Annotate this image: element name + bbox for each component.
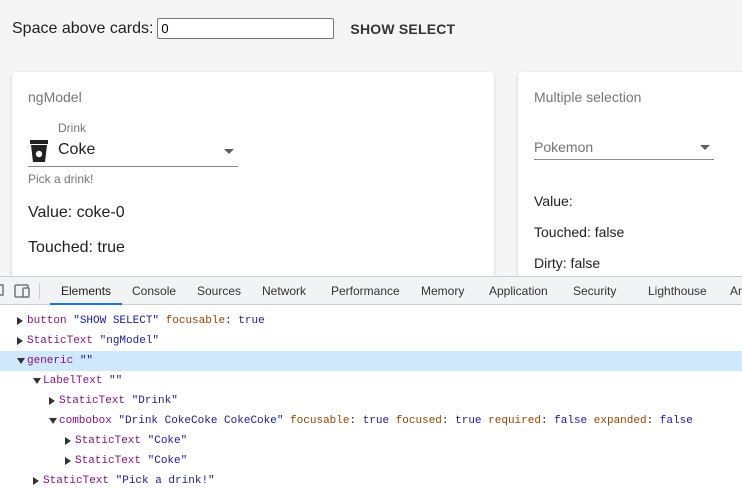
tree-node[interactable]: StaticText "Coke" bbox=[0, 431, 742, 451]
inspect-element-icon[interactable] bbox=[0, 284, 6, 298]
node-role: generic bbox=[27, 355, 74, 367]
drink-cup-icon bbox=[30, 140, 48, 162]
tab-console[interactable]: Console bbox=[132, 277, 176, 304]
collapsed-triangle-icon[interactable] bbox=[49, 397, 55, 405]
tree-node[interactable]: StaticText "Coke" bbox=[0, 451, 742, 471]
pokemon-select[interactable]: Pokemon bbox=[534, 134, 714, 162]
node-attr-key: expanded bbox=[593, 415, 647, 427]
tree-node-label: StaticText "ngModel" bbox=[27, 331, 159, 351]
app-area: Space above cards: SHOW SELECT ngModel D… bbox=[0, 0, 742, 276]
tree-node[interactable]: combobox "Drink CokeCoke CokeCoke" focus… bbox=[0, 411, 742, 431]
devtools-panel: Elements Console Sources Network Perform… bbox=[0, 276, 742, 491]
node-name: "Pick a drink!" bbox=[115, 475, 215, 487]
accessibility-tree: button "SHOW SELECT" focusable: true Stat… bbox=[0, 305, 742, 491]
card-title: ngModel bbox=[28, 89, 82, 105]
tree-node-label: generic "" bbox=[27, 351, 93, 371]
node-attr-value: true bbox=[238, 315, 265, 327]
tree-node[interactable]: button "SHOW SELECT" focusable: true bbox=[0, 311, 742, 331]
chevron-down-icon bbox=[224, 149, 234, 154]
node-role: StaticText bbox=[59, 395, 126, 407]
expanded-triangle-icon[interactable] bbox=[17, 358, 25, 364]
collapsed-triangle-icon[interactable] bbox=[33, 477, 39, 485]
tree-node-label: combobox "Drink CokeCoke CokeCoke" focus… bbox=[59, 415, 693, 427]
tab-elements[interactable]: Elements bbox=[50, 277, 123, 305]
tab-network[interactable]: Network bbox=[262, 277, 306, 304]
ngmodel-card: ngModel Drink Coke Pick a drink! Value: … bbox=[12, 72, 494, 276]
node-attr-value: true bbox=[362, 415, 390, 427]
tree-node[interactable]: StaticText "Pick a drink!" bbox=[0, 471, 742, 491]
node-attr-key: focusable bbox=[165, 315, 226, 327]
tab-security[interactable]: Security bbox=[573, 277, 616, 304]
tree-node-label: StaticText "Coke" bbox=[75, 431, 187, 451]
tab-application[interactable]: Application bbox=[489, 277, 548, 304]
node-role: StaticText bbox=[27, 335, 94, 347]
node-role: button bbox=[27, 315, 67, 327]
drink-label: Drink bbox=[58, 121, 87, 135]
drink-hint: Pick a drink! bbox=[28, 172, 94, 186]
collapsed-triangle-icon[interactable] bbox=[65, 437, 71, 445]
touched-text: Touched: false bbox=[534, 224, 625, 240]
node-attr-value: false bbox=[659, 415, 693, 427]
tree-node[interactable]: StaticText "Drink" bbox=[0, 391, 742, 411]
node-name: "Drink" bbox=[131, 395, 178, 407]
node-role: StaticText bbox=[75, 455, 142, 467]
node-name: "" bbox=[109, 375, 123, 387]
tab-sources[interactable]: Sources bbox=[197, 277, 241, 304]
tab-overflow[interactable]: An bbox=[730, 277, 742, 304]
node-attr-key: required bbox=[488, 415, 541, 427]
drink-select-underline bbox=[28, 166, 238, 167]
node-name: "" bbox=[79, 355, 94, 367]
drink-select[interactable]: Coke bbox=[28, 138, 238, 168]
show-select-button[interactable]: SHOW SELECT bbox=[350, 21, 455, 37]
collapsed-triangle-icon[interactable] bbox=[17, 337, 23, 345]
tree-node[interactable]: LabelText "" bbox=[0, 371, 742, 391]
node-name: "Coke" bbox=[147, 435, 188, 447]
top-controls: Space above cards: SHOW SELECT bbox=[12, 18, 455, 39]
node-attr-key: focused bbox=[395, 415, 442, 427]
tree-node-label: LabelText "" bbox=[43, 371, 122, 391]
tab-lighthouse[interactable]: Lighthouse bbox=[648, 277, 707, 304]
dirty-text: Dirty: false bbox=[534, 255, 601, 271]
devtools-tab-bar: Elements Console Sources Network Perform… bbox=[0, 277, 742, 305]
tab-memory[interactable]: Memory bbox=[421, 277, 464, 304]
toolbar-divider bbox=[39, 283, 40, 299]
node-attr-value: false bbox=[554, 415, 588, 427]
node-attr-key: focusable bbox=[290, 415, 350, 427]
node-name: "Drink CokeCoke CokeCoke" bbox=[118, 415, 284, 427]
space-above-label: Space above cards: bbox=[12, 19, 154, 37]
tree-node[interactable]: generic "" bbox=[0, 351, 742, 371]
tree-node-label: StaticText "Pick a drink!" bbox=[43, 471, 215, 491]
node-role: combobox bbox=[59, 415, 112, 427]
node-name: "Coke" bbox=[147, 455, 188, 467]
tree-node-label: StaticText "Coke" bbox=[75, 451, 187, 471]
collapsed-triangle-icon[interactable] bbox=[65, 457, 71, 465]
node-attr-value: true bbox=[455, 415, 482, 427]
multiple-selection-card: Multiple selection Pokemon Value: Touche… bbox=[518, 72, 742, 276]
drink-select-value: Coke bbox=[58, 141, 96, 158]
collapsed-triangle-icon[interactable] bbox=[17, 317, 23, 325]
value-text: Value: bbox=[534, 193, 573, 209]
card-title: Multiple selection bbox=[534, 89, 642, 105]
node-role: LabelText bbox=[43, 375, 103, 387]
node-role: StaticText bbox=[43, 475, 110, 487]
node-name: "SHOW SELECT" bbox=[73, 315, 160, 327]
pokemon-select-underline bbox=[534, 159, 714, 160]
tree-node[interactable]: StaticText "ngModel" bbox=[0, 331, 742, 351]
tab-performance[interactable]: Performance bbox=[331, 277, 400, 304]
space-above-input[interactable] bbox=[157, 18, 335, 39]
node-name: "ngModel" bbox=[99, 335, 160, 347]
pokemon-placeholder: Pokemon bbox=[534, 139, 594, 155]
touched-text: Touched: true bbox=[28, 239, 125, 256]
expanded-triangle-icon[interactable] bbox=[33, 378, 41, 384]
chevron-down-icon bbox=[700, 145, 710, 150]
expanded-triangle-icon[interactable] bbox=[49, 418, 57, 424]
tree-node-label: StaticText "Drink" bbox=[59, 391, 178, 411]
node-role: StaticText bbox=[75, 435, 142, 447]
device-toolbar-icon[interactable] bbox=[14, 284, 32, 298]
page: Space above cards: SHOW SELECT ngModel D… bbox=[0, 0, 742, 491]
value-text: Value: coke-0 bbox=[28, 204, 125, 221]
tree-node-label: button "SHOW SELECT" focusable: true bbox=[27, 315, 265, 327]
